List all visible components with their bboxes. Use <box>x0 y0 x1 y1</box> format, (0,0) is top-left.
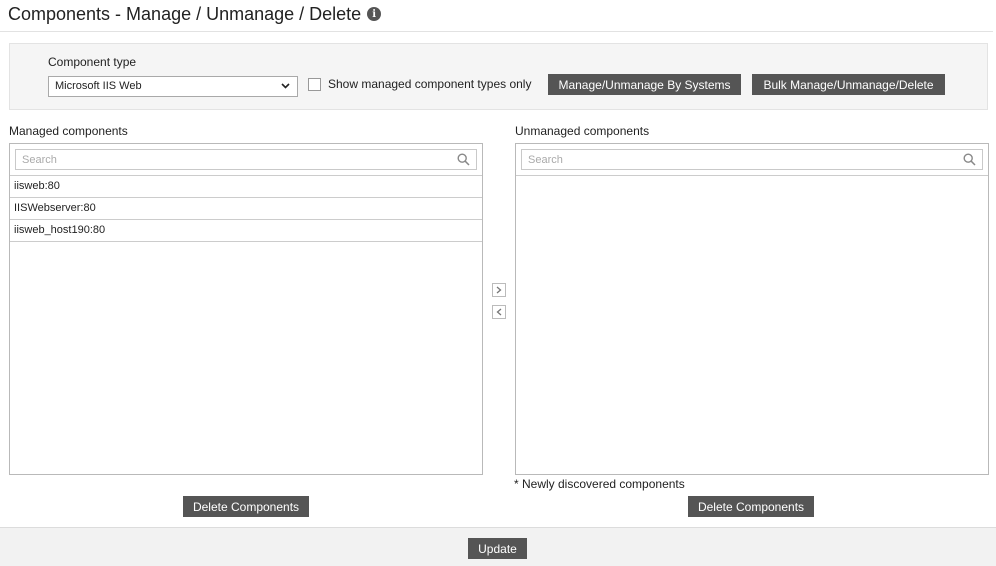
page-header: Components - Manage / Unmanage / Delete … <box>8 3 382 25</box>
search-icon[interactable] <box>457 153 470 166</box>
move-left-button[interactable] <box>492 305 506 319</box>
show-managed-checkbox[interactable] <box>308 77 321 91</box>
delete-managed-button[interactable]: Delete Components <box>183 496 309 517</box>
page-title: Components - Manage / Unmanage / Delete <box>8 3 362 24</box>
update-button[interactable]: Update <box>468 538 527 559</box>
filter-panel: Component type Microsoft IIS Web Show ma… <box>9 43 988 110</box>
show-managed-label: Show managed component types only <box>328 77 532 91</box>
chevron-right-icon <box>496 286 502 294</box>
search-icon[interactable] <box>963 153 976 166</box>
list-divider <box>516 175 988 176</box>
unmanaged-search-box <box>521 149 983 170</box>
managed-search-input[interactable] <box>16 150 462 170</box>
chevron-down-icon <box>281 83 290 89</box>
show-managed-toggle[interactable]: Show managed component types only <box>308 77 531 91</box>
managed-components-label: Managed components <box>9 124 128 138</box>
bulk-manage-button[interactable]: Bulk Manage/Unmanage/Delete <box>752 74 945 95</box>
list-item[interactable]: IISWebserver:80 <box>10 198 482 220</box>
move-right-button[interactable] <box>492 283 506 297</box>
managed-search-box <box>15 149 477 170</box>
managed-rows: iisweb:80 IISWebserver:80 iisweb_host190… <box>10 176 482 242</box>
chevron-left-icon <box>496 308 502 316</box>
managed-list: iisweb:80 IISWebserver:80 iisweb_host190… <box>9 143 483 475</box>
unmanaged-search-input[interactable] <box>522 150 968 170</box>
newly-discovered-note: * Newly discovered components <box>514 477 685 491</box>
footer-bar: Update <box>0 527 996 566</box>
manage-by-systems-button[interactable]: Manage/Unmanage By Systems <box>548 74 741 95</box>
delete-unmanaged-button[interactable]: Delete Components <box>688 496 814 517</box>
header-divider <box>0 31 993 32</box>
component-type-label: Component type <box>48 55 137 69</box>
unmanaged-components-label: Unmanaged components <box>515 124 650 138</box>
list-item[interactable]: iisweb:80 <box>10 176 482 198</box>
unmanaged-list <box>515 143 989 475</box>
component-type-select[interactable]: Microsoft IIS Web <box>48 76 298 97</box>
list-item[interactable]: iisweb_host190:80 <box>10 220 482 242</box>
component-type-value: Microsoft IIS Web <box>55 80 142 92</box>
info-icon[interactable]: i <box>367 7 382 21</box>
